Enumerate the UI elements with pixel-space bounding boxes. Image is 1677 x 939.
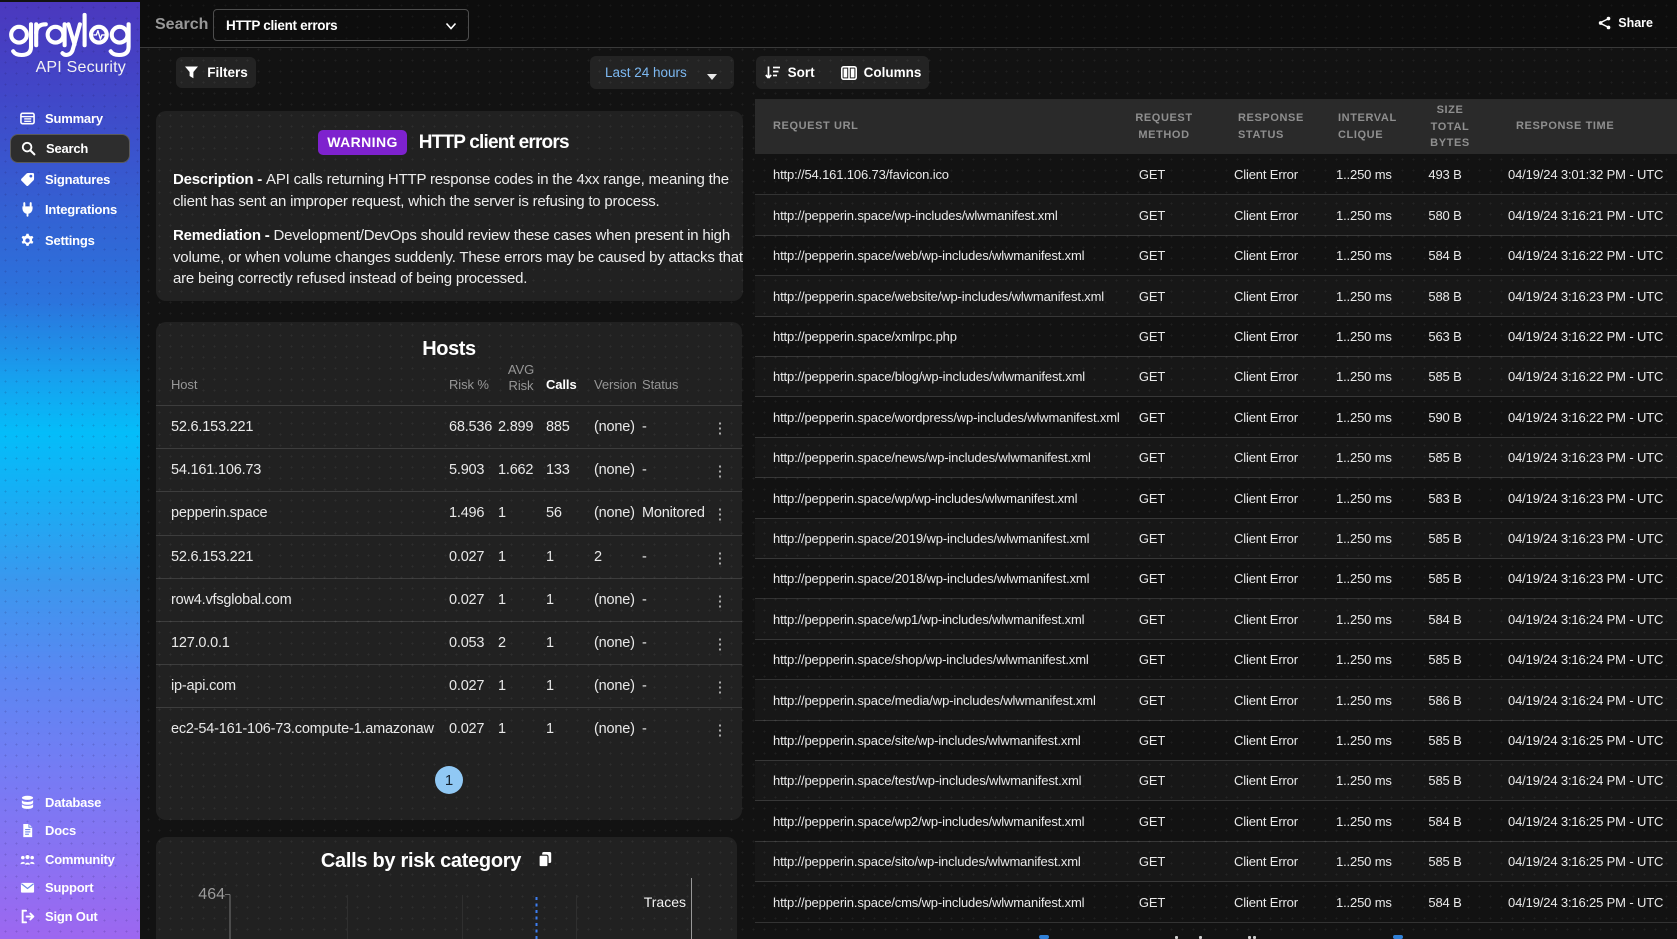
svg-text:464: 464 bbox=[198, 886, 225, 903]
svg-text:Traces: Traces bbox=[644, 894, 686, 910]
